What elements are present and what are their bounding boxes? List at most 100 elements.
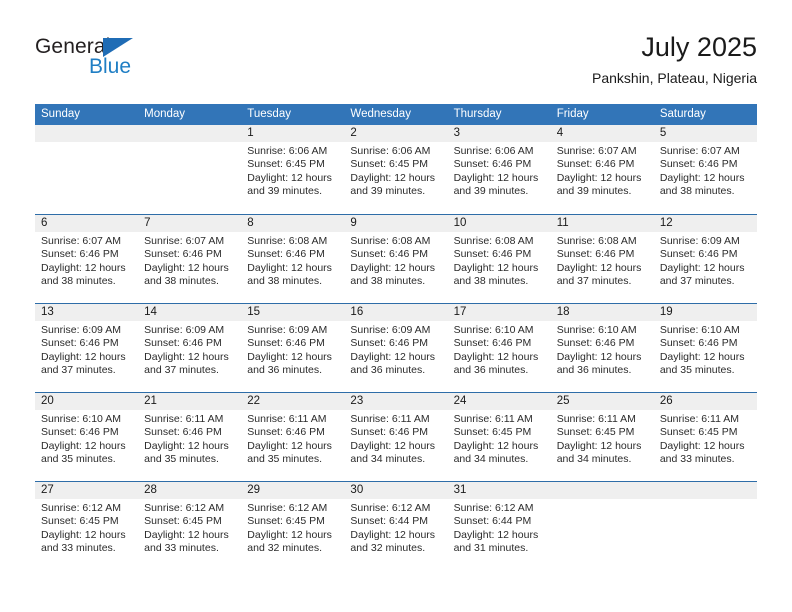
calendar-day-cell[interactable]: 7 Sunrise: 6:07 AM Sunset: 6:46 PM Daylight… — [138, 215, 242, 303]
day-detail-line: Sunset: 6:45 PM — [41, 515, 119, 528]
day-number-band: 18 — [550, 304, 654, 321]
calendar-day-cell[interactable]: 28 Sunrise: 6:12 AM Sunset: 6:45 PM Dayligh… — [138, 482, 242, 570]
calendar-day-cell[interactable]: 27 Sunrise: 6:12 AM Sunset: 6:45 PM Dayligh… — [35, 482, 139, 570]
calendar-day-cell[interactable]: 16 Sunrise: 6:09 AM Sunset: 6:46 PM Dayligh… — [344, 304, 448, 392]
day-detail-line: Sunset: 6:45 PM — [247, 158, 325, 171]
day-detail-line: Sunset: 6:44 PM — [453, 515, 532, 528]
calendar-day-cell[interactable]: 10 Sunrise: 6:08 AM Sunset: 6:46 PM Dayligh… — [447, 215, 551, 303]
calendar-day-cell[interactable]: 24 Sunrise: 6:11 AM Sunset: 6:45 PM Dayligh… — [447, 393, 551, 481]
day-detail-line: and 39 minutes. — [247, 185, 322, 198]
calendar-day-cell[interactable]: 21 Sunrise: 6:11 AM Sunset: 6:46 PM Dayligh… — [138, 393, 242, 481]
day-detail-line: and 35 minutes. — [144, 453, 219, 466]
day-details — [138, 142, 241, 145]
day-number-band: 31 — [447, 482, 551, 499]
day-number-band — [550, 482, 654, 499]
day-detail-line: Daylight: 12 hours — [41, 439, 126, 452]
day-detail-line: and 38 minutes. — [659, 185, 735, 198]
day-details: Sunrise: 6:08 AM Sunset: 6:46 PM Daylight:… — [448, 232, 551, 289]
calendar-week-row: 1 Sunrise: 6:06 AM Sunset: 6:45 PM Daylight… — [35, 125, 757, 214]
day-detail-line: Sunset: 6:46 PM — [453, 337, 532, 350]
calendar-day-cell[interactable]: 26 Sunrise: 6:11 AM Sunset: 6:45 PM Dayligh… — [653, 393, 757, 481]
day-number: 17 — [453, 306, 467, 318]
day-detail-line: Sunset: 6:46 PM — [556, 248, 635, 261]
calendar-day-cell[interactable]: 2 Sunrise: 6:06 AM Sunset: 6:45 PM Daylight… — [344, 125, 448, 214]
calendar-day-cell[interactable]: 31 Sunrise: 6:12 AM Sunset: 6:44 PM Dayligh… — [447, 482, 551, 570]
day-details: Sunrise: 6:06 AM Sunset: 6:46 PM Daylight:… — [448, 142, 551, 199]
day-number-band: 1 — [241, 125, 345, 142]
day-number: 1 — [247, 127, 254, 139]
calendar-day-cell[interactable]: 20 Sunrise: 6:10 AM Sunset: 6:46 PM Dayligh… — [35, 393, 139, 481]
day-detail-line: Daylight: 12 hours — [247, 171, 332, 184]
day-detail-line: and 32 minutes. — [350, 542, 426, 555]
calendar-day-cell[interactable]: 29 Sunrise: 6:12 AM Sunset: 6:45 PM Dayligh… — [241, 482, 345, 570]
day-of-week-header-sunday: Sunday — [41, 108, 81, 120]
calendar-day-cell[interactable]: 19 Sunrise: 6:10 AM Sunset: 6:46 PM Dayligh… — [653, 304, 757, 392]
calendar-weeks: 1 Sunrise: 6:06 AM Sunset: 6:45 PM Daylight… — [35, 125, 757, 570]
day-detail-line: Daylight: 12 hours — [453, 171, 539, 184]
day-details — [35, 142, 138, 145]
day-detail-line: and 37 minutes. — [41, 364, 116, 377]
calendar-day-cell[interactable]: 9 Sunrise: 6:08 AM Sunset: 6:46 PM Daylight… — [344, 215, 448, 303]
calendar-week-row: 6 Sunrise: 6:07 AM Sunset: 6:46 PM Daylight… — [35, 214, 757, 303]
day-details: Sunrise: 6:12 AM Sunset: 6:44 PM Daylight:… — [344, 499, 447, 556]
calendar-day-cell[interactable]: 23 Sunrise: 6:11 AM Sunset: 6:46 PM Dayligh… — [344, 393, 448, 481]
calendar-day-cell[interactable]: 14 Sunrise: 6:09 AM Sunset: 6:46 PM Dayligh… — [138, 304, 242, 392]
day-number: 25 — [556, 395, 570, 407]
day-number: 12 — [659, 217, 673, 229]
day-number: 8 — [247, 217, 254, 229]
day-of-week-header-thursday: Thursday — [453, 108, 502, 120]
day-detail-line: Sunrise: 6:10 AM — [659, 324, 740, 336]
calendar-day-cell[interactable]: 25 Sunrise: 6:11 AM Sunset: 6:45 PM Dayligh… — [550, 393, 654, 481]
day-detail-line: Sunset: 6:46 PM — [659, 337, 738, 350]
day-number-band: 3 — [447, 125, 551, 142]
day-detail-line: Sunrise: 6:06 AM — [350, 145, 431, 157]
calendar-day-cell[interactable]: 17 Sunrise: 6:10 AM Sunset: 6:46 PM Dayligh… — [447, 304, 551, 392]
day-number: 7 — [144, 217, 151, 229]
calendar-day-cell[interactable]: 11 Sunrise: 6:08 AM Sunset: 6:46 PM Dayligh… — [550, 215, 654, 303]
calendar-day-cell[interactable]: 8 Sunrise: 6:08 AM Sunset: 6:46 PM Daylight… — [241, 215, 345, 303]
day-number: 6 — [41, 217, 48, 229]
day-number: 21 — [144, 395, 157, 407]
day-of-week-header-friday: Friday — [556, 108, 589, 120]
day-details: Sunrise: 6:12 AM Sunset: 6:45 PM Daylight:… — [138, 499, 241, 556]
day-detail-line: Sunset: 6:46 PM — [350, 248, 429, 261]
day-detail-line: Sunrise: 6:12 AM — [453, 502, 534, 514]
page-header: General Blue July 2025 Pankshin, Plateau… — [35, 30, 757, 92]
day-detail-line: Daylight: 12 hours — [453, 350, 539, 363]
day-detail-line: Sunrise: 6:09 AM — [144, 324, 225, 336]
day-detail-line: Daylight: 12 hours — [556, 350, 642, 363]
day-detail-line: Daylight: 12 hours — [41, 350, 126, 363]
day-detail-line: Daylight: 12 hours — [556, 439, 642, 452]
day-details: Sunrise: 6:11 AM Sunset: 6:46 PM Daylight:… — [138, 410, 241, 467]
calendar-day-cell[interactable]: 12 Sunrise: 6:09 AM Sunset: 6:46 PM Dayligh… — [653, 215, 757, 303]
day-detail-line: Sunset: 6:46 PM — [144, 337, 222, 350]
calendar-day-cell[interactable]: 4 Sunrise: 6:07 AM Sunset: 6:46 PM Daylight… — [550, 125, 654, 214]
day-detail-line: Sunset: 6:46 PM — [659, 248, 738, 261]
day-details: Sunrise: 6:12 AM Sunset: 6:44 PM Daylight:… — [448, 499, 551, 556]
calendar-week-row: 13 Sunrise: 6:09 AM Sunset: 6:46 PM Dayligh… — [35, 303, 757, 392]
day-number: 2 — [350, 127, 357, 139]
calendar-day-cell[interactable]: 18 Sunrise: 6:10 AM Sunset: 6:46 PM Dayligh… — [550, 304, 654, 392]
calendar-day-cell[interactable]: 5 Sunrise: 6:07 AM Sunset: 6:46 PM Daylight… — [653, 125, 757, 214]
day-detail-line: Sunrise: 6:12 AM — [144, 502, 225, 514]
day-detail-line: Sunset: 6:46 PM — [41, 426, 119, 439]
calendar-day-cell[interactable]: 1 Sunrise: 6:06 AM Sunset: 6:45 PM Daylight… — [241, 125, 345, 214]
day-detail-line: and 39 minutes. — [350, 185, 426, 198]
day-detail-line: Sunrise: 6:09 AM — [350, 324, 431, 336]
day-detail-line: Daylight: 12 hours — [247, 528, 332, 541]
calendar-day-cell[interactable]: 6 Sunrise: 6:07 AM Sunset: 6:46 PM Daylight… — [35, 215, 139, 303]
day-detail-line: Sunrise: 6:11 AM — [247, 413, 327, 425]
calendar-day-cell[interactable]: 13 Sunrise: 6:09 AM Sunset: 6:46 PM Dayligh… — [35, 304, 139, 392]
day-detail-line: Sunrise: 6:10 AM — [453, 324, 534, 336]
calendar-day-cell[interactable]: 3 Sunrise: 6:06 AM Sunset: 6:46 PM Daylight… — [447, 125, 551, 214]
calendar-day-cell[interactable]: 22 Sunrise: 6:11 AM Sunset: 6:46 PM Dayligh… — [241, 393, 345, 481]
day-number: 28 — [144, 484, 157, 496]
day-detail-line: and 34 minutes. — [556, 453, 632, 466]
day-number-band: 19 — [653, 304, 757, 321]
calendar-day-cell[interactable]: 30 Sunrise: 6:12 AM Sunset: 6:44 PM Dayligh… — [344, 482, 448, 570]
day-detail-line: Sunset: 6:46 PM — [350, 426, 429, 439]
day-number-band: 20 — [35, 393, 139, 410]
day-details: Sunrise: 6:08 AM Sunset: 6:46 PM Daylight:… — [344, 232, 447, 289]
day-detail-line: Sunset: 6:46 PM — [453, 248, 532, 261]
calendar-day-cell[interactable]: 15 Sunrise: 6:09 AM Sunset: 6:46 PM Dayligh… — [241, 304, 345, 392]
